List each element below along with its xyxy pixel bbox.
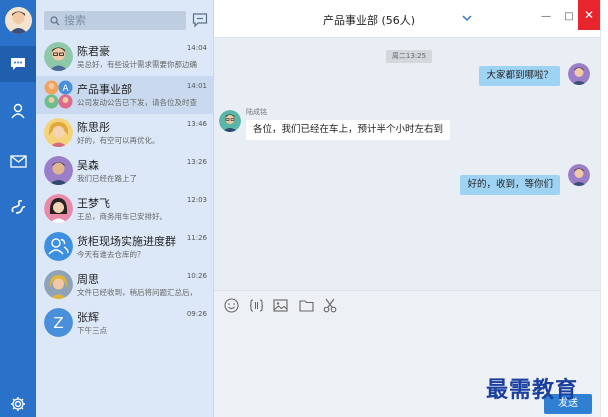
conversation-name: 货柜现场实施进度群 bbox=[77, 235, 176, 248]
svg-text:Z: Z bbox=[53, 314, 63, 332]
conversation-preview: 公司发动公告已下发，请各位及时查 bbox=[77, 98, 197, 107]
avatar bbox=[44, 118, 73, 147]
scissors-icon bbox=[323, 298, 337, 312]
message-bubble-incoming: 各位，我们已经在车上，预计半个小时左右到 bbox=[246, 120, 451, 140]
chat-panel: 产品事业部 (56人) — □ ✕ 周二13:25 大家都到哪啦？ 陆成铭 各位… bbox=[214, 0, 600, 417]
sender-avatar[interactable] bbox=[219, 110, 241, 132]
avatar bbox=[44, 42, 73, 71]
conversation-time: 14:04 bbox=[186, 44, 207, 52]
my-avatar bbox=[568, 63, 590, 85]
avatar bbox=[44, 156, 73, 185]
screenshot-button[interactable] bbox=[322, 297, 338, 313]
conversation-item[interactable]: A 产品事业部 14:01 公司发动公告已下发，请各位及时查 bbox=[36, 76, 214, 114]
close-button[interactable]: ✕ bbox=[578, 0, 600, 30]
conversation-name: 陈思彤 bbox=[77, 121, 110, 134]
conversation-name: 产品事业部 bbox=[77, 83, 132, 96]
conversation-preview: 下午三点 bbox=[77, 326, 107, 335]
user-avatar[interactable] bbox=[5, 7, 32, 34]
avatar bbox=[44, 270, 73, 299]
search-input[interactable] bbox=[64, 14, 174, 27]
message-bubble-outgoing: 大家都到哪啦？ bbox=[479, 66, 560, 86]
link-icon bbox=[11, 199, 25, 214]
conversation-item[interactable]: 陈君豪 14:04 吴总好，有些设计需求需要你那边确 bbox=[36, 38, 214, 76]
nav-rail bbox=[0, 0, 36, 417]
conversation-name: 张辉 bbox=[77, 311, 99, 324]
compose-chat-icon bbox=[192, 13, 208, 28]
group-avatar: A bbox=[44, 80, 73, 109]
chat-title[interactable]: 产品事业部 (56人) bbox=[214, 12, 524, 28]
conversation-item[interactable]: 货柜现场实施进度群 11:26 今天有谁去仓库的？ bbox=[36, 228, 214, 266]
conversation-time: 14:01 bbox=[186, 82, 207, 90]
composer-toolbar bbox=[214, 290, 600, 318]
nav-apps[interactable] bbox=[0, 189, 36, 225]
my-avatar bbox=[568, 164, 590, 186]
chat-bubble-icon bbox=[11, 58, 25, 70]
conversation-name: 吴森 bbox=[77, 159, 99, 172]
conversation-item[interactable]: 周思 10:26 文件已经收到，稍后将问题汇总后， bbox=[36, 266, 214, 304]
conversation-name: 周思 bbox=[77, 273, 99, 286]
gear-icon bbox=[11, 397, 25, 411]
maximize-button[interactable]: □ bbox=[562, 10, 576, 24]
conversation-item[interactable]: Z 张辉 09:26 下午三点 bbox=[36, 304, 214, 342]
nav-settings[interactable] bbox=[0, 386, 36, 417]
search-row bbox=[36, 0, 214, 38]
code-button[interactable] bbox=[248, 297, 264, 313]
conversation-preview: 王总，商务用车已安排好。 bbox=[77, 212, 167, 221]
new-chat-button[interactable] bbox=[192, 12, 208, 28]
chat-header: 产品事业部 (56人) — □ ✕ bbox=[214, 0, 600, 38]
conversation-item[interactable]: 王梦飞 12:03 王总，商务用车已安排好。 bbox=[36, 190, 214, 228]
folder-icon bbox=[298, 299, 314, 312]
watermark-text: 最需教育 bbox=[486, 377, 579, 403]
svg-text:A: A bbox=[62, 84, 69, 94]
letter-avatar: Z bbox=[44, 308, 73, 337]
nav-mail[interactable] bbox=[0, 143, 36, 179]
file-button[interactable] bbox=[298, 297, 314, 313]
conversation-time: 13:46 bbox=[186, 120, 207, 128]
image-button[interactable] bbox=[272, 297, 288, 313]
message-timestamp: 周二13:25 bbox=[386, 50, 432, 63]
conversation-preview: 好的，有空可以再优化。 bbox=[77, 136, 160, 145]
image-icon bbox=[272, 298, 288, 312]
search-icon bbox=[50, 15, 60, 25]
group-avatar bbox=[44, 232, 73, 261]
mail-icon bbox=[9, 154, 27, 168]
conversation-time: 13:26 bbox=[186, 158, 207, 166]
conversation-time: 09:26 bbox=[186, 310, 207, 318]
avatar bbox=[44, 194, 73, 223]
nav-messages[interactable] bbox=[0, 46, 36, 82]
conversation-name: 陈君豪 bbox=[77, 45, 110, 58]
minimize-button[interactable]: — bbox=[539, 10, 553, 24]
emoji-icon bbox=[223, 297, 239, 313]
conversation-preview: 文件已经收到，稍后将问题汇总后， bbox=[77, 288, 197, 297]
conversation-preview: 今天有谁去仓库的？ bbox=[77, 250, 145, 259]
window-edge bbox=[600, 0, 608, 417]
conversation-time: 11:26 bbox=[186, 234, 207, 242]
chevron-down-icon[interactable] bbox=[462, 15, 472, 22]
conversation-item[interactable]: 吴森 13:26 我们已经在路上了 bbox=[36, 152, 214, 190]
code-icon bbox=[249, 298, 263, 312]
conversation-preview: 吴总好，有些设计需求需要你那边确 bbox=[77, 60, 197, 69]
person-icon bbox=[11, 103, 25, 119]
nav-contacts[interactable] bbox=[0, 93, 36, 129]
conversation-time: 12:03 bbox=[186, 196, 207, 204]
conversation-item[interactable]: 陈思彤 13:46 好的，有空可以再优化。 bbox=[36, 114, 214, 152]
conversation-name: 王梦飞 bbox=[77, 197, 110, 210]
emoji-button[interactable] bbox=[223, 297, 239, 313]
message-bubble-outgoing: 好的，收到，等你们 bbox=[460, 175, 560, 195]
conversation-list: 陈君豪 14:04 吴总好，有些设计需求需要你那边确 A 产品事业部 14:01… bbox=[36, 0, 214, 417]
conversation-time: 10:26 bbox=[186, 272, 207, 280]
message-sender: 陆成铭 bbox=[246, 108, 267, 116]
search-box[interactable] bbox=[44, 11, 186, 30]
conversation-preview: 我们已经在路上了 bbox=[77, 174, 137, 183]
